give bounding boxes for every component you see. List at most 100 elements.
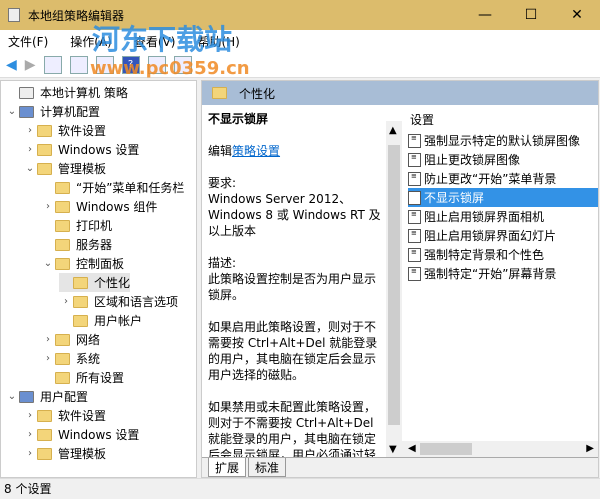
tree-item-label: 计算机配置	[40, 105, 101, 119]
h-scroll-thumb[interactable]	[420, 443, 472, 455]
tree-item[interactable]: 个性化	[59, 273, 131, 292]
expand-chevron-icon[interactable]: ⌄	[5, 391, 19, 402]
up-folder-icon[interactable]	[43, 55, 62, 74]
tab-extended[interactable]: 扩展	[208, 458, 247, 477]
tree-item[interactable]: › 软件设置	[23, 121, 106, 140]
expand-chevron-icon[interactable]: ⌄	[5, 106, 19, 117]
scroll-right-icon[interactable]: ▶	[586, 443, 594, 454]
tree-item-label: 软件设置	[58, 124, 107, 138]
close-button[interactable]: ✕	[554, 0, 600, 30]
tree-item-label: 用户帐户	[94, 314, 143, 328]
expand-chevron-icon[interactable]: ›	[23, 448, 37, 459]
disabled-paragraph: 如果禁用或未配置此策略设置，则对于不需要按 Ctrl+Alt+Del 就能登录的…	[208, 400, 377, 457]
setting-label: 防止更改“开始”菜单背景	[424, 172, 557, 186]
settings-column-header[interactable]: 设置	[410, 111, 434, 128]
folder-icon	[19, 390, 34, 403]
setting-item[interactable]: ≡ 阻止启用锁屏界面相机	[408, 207, 598, 226]
folder-icon	[37, 124, 52, 137]
minimize-button[interactable]: —	[462, 0, 508, 30]
setting-item[interactable]: ≡ 强制显示特定的默认锁屏图像	[408, 131, 598, 150]
tree-item[interactable]: › 系统	[41, 349, 100, 368]
folder-icon	[73, 276, 88, 289]
scroll-down-icon[interactable]: ▼	[389, 444, 397, 455]
tree-item-label: 系统	[76, 352, 101, 366]
setting-label: 阻止更改锁屏图像	[424, 153, 521, 167]
tree-item[interactable]: › 网络	[41, 330, 100, 349]
setting-item[interactable]: ≡ 防止更改“开始”菜单背景	[408, 169, 598, 188]
horizontal-scrollbar[interactable]: ◀ ▶	[402, 441, 598, 457]
folder-icon	[55, 333, 70, 346]
description-scrollbar[interactable]: ▲ ▼	[386, 121, 402, 457]
show-tree-icon[interactable]	[69, 55, 88, 74]
tree-item[interactable]: ⌄ 用户配置	[5, 387, 88, 406]
content-pane: 个性化 不显示锁屏 编辑策略设置 要求: Windows Server 2012、…	[201, 80, 599, 478]
expand-chevron-icon[interactable]: ›	[23, 429, 37, 440]
tree-item[interactable]: 打印机	[41, 216, 112, 235]
folder-icon	[55, 181, 70, 194]
tree-item-label: 服务器	[76, 238, 113, 252]
title-bar: 本地组策略编辑器 — ☐ ✕	[0, 0, 600, 30]
setting-item[interactable]: ≡ 强制特定“开始”屏幕背景	[408, 264, 598, 283]
scroll-up-icon[interactable]: ▲	[389, 125, 397, 136]
tree-item[interactable]: ⌄ 控制面板	[41, 254, 124, 273]
tree-item-label: Windows 设置	[58, 428, 140, 442]
menu-bar: 文件(F) 操作(A) 查看(V) 帮助(H)	[0, 30, 600, 52]
folder-icon	[37, 409, 52, 422]
edit-policy-link[interactable]: 策略设置	[232, 144, 280, 158]
folder-icon	[73, 314, 88, 327]
tree-item[interactable]: 本地计算机 策略	[5, 83, 128, 102]
settings-list: 设置 ≡ 强制显示特定的默认锁屏图像 ≡ 阻止更改锁屏图像 ≡ 防止更改“开始”菜单背景 ≡…	[402, 105, 598, 457]
tree-item[interactable]: › Windows 组件	[41, 197, 157, 216]
watermark: 河东下载站	[92, 23, 233, 56]
folder-icon	[19, 86, 34, 99]
back-icon[interactable]: ◀	[6, 57, 17, 73]
setting-item[interactable]: ≡ 不显示锁屏	[408, 188, 598, 207]
folder-icon	[37, 143, 52, 156]
expand-chevron-icon[interactable]: ›	[41, 334, 55, 345]
tree-item[interactable]: ⌄ 计算机配置	[5, 102, 100, 121]
expand-chevron-icon[interactable]: ›	[41, 201, 55, 212]
expand-chevron-icon[interactable]: ›	[23, 144, 37, 155]
tree-item[interactable]: 所有设置	[41, 368, 124, 387]
tree-item-label: 软件设置	[58, 409, 107, 423]
tree-item-label: 管理模板	[58, 162, 107, 176]
expand-chevron-icon[interactable]: ›	[59, 296, 73, 307]
expand-chevron-icon[interactable]: ⌄	[23, 163, 37, 174]
tree-item[interactable]: 用户帐户	[59, 311, 142, 330]
tree-item[interactable]: › Windows 设置	[23, 140, 139, 159]
tree-item[interactable]: › Windows 设置	[23, 425, 139, 444]
policy-document-icon: ≡	[408, 266, 421, 281]
setting-item[interactable]: ≡ 阻止启用锁屏界面幻灯片	[408, 226, 598, 245]
scroll-thumb[interactable]	[388, 145, 400, 425]
tree-item[interactable]: “开始”菜单和任务栏	[41, 178, 184, 197]
setting-item[interactable]: ≡ 阻止更改锁屏图像	[408, 150, 598, 169]
forward-icon[interactable]: ▶	[25, 57, 36, 73]
view-tabs: 扩展 标准	[202, 457, 598, 477]
policy-document-icon: ≡	[408, 133, 421, 148]
maximize-button[interactable]: ☐	[508, 0, 554, 30]
tree-item-label: 管理模板	[58, 447, 107, 461]
folder-icon	[55, 371, 70, 384]
menu-file[interactable]: 文件(F)	[8, 33, 48, 50]
expand-chevron-icon[interactable]: ›	[23, 125, 37, 136]
expand-chevron-icon[interactable]: ⌄	[41, 258, 55, 269]
tree-item[interactable]: › 管理模板	[23, 444, 106, 463]
expand-chevron-icon[interactable]: ›	[41, 353, 55, 364]
policy-title: 不显示锁屏	[208, 112, 269, 126]
tree-item[interactable]: 服务器	[41, 235, 112, 254]
tab-standard[interactable]: 标准	[248, 458, 287, 477]
policy-document-icon: ≡	[408, 171, 421, 186]
tree-item[interactable]: › 软件设置	[23, 406, 106, 425]
tree-item-label: 打印机	[76, 219, 113, 233]
tree-item[interactable]: ⌄ 管理模板	[23, 159, 106, 178]
scroll-left-icon[interactable]: ◀	[408, 443, 416, 454]
description-label: 描述:	[208, 256, 237, 270]
expand-chevron-icon[interactable]: ›	[23, 410, 37, 421]
setting-item[interactable]: ≡ 强制特定背景和个性色	[408, 245, 598, 264]
folder-icon	[55, 352, 70, 365]
policy-document-icon: ≡	[408, 190, 421, 205]
folder-icon	[212, 87, 227, 99]
tree-item[interactable]: › 区域和语言选项	[59, 292, 178, 311]
tree-item-label: 控制面板	[76, 257, 125, 271]
setting-label: 阻止启用锁屏界面相机	[424, 210, 545, 224]
